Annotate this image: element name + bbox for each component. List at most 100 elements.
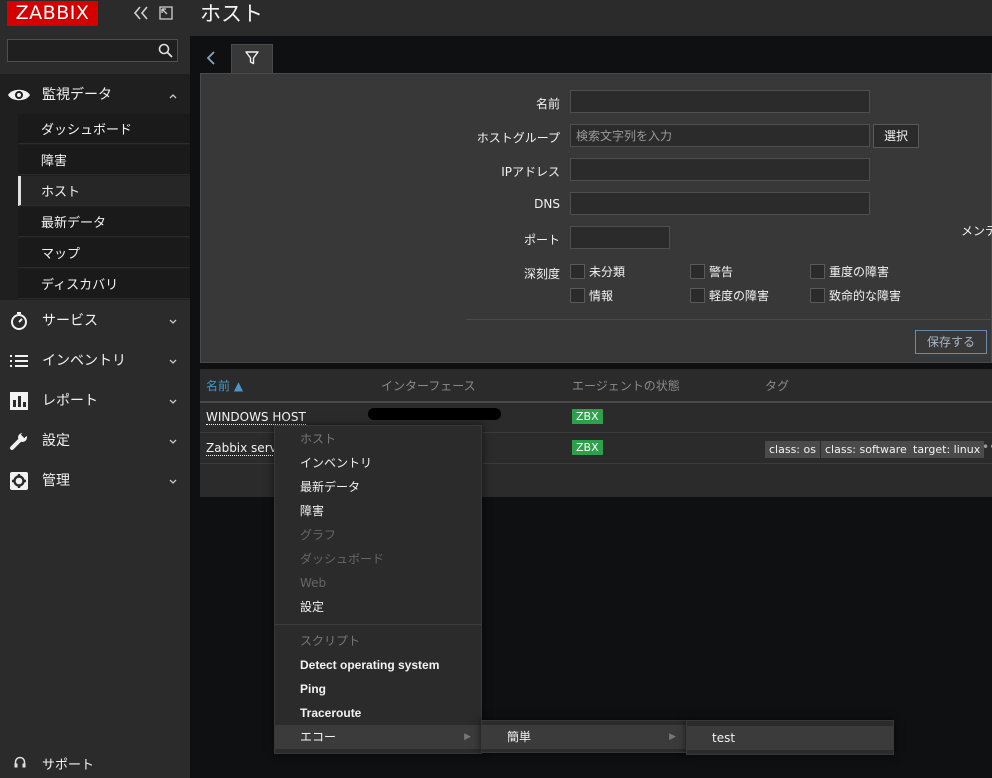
chevron-down-icon	[169, 394, 177, 408]
hostgroup-label: ホストグループ	[476, 131, 560, 145]
wrench-icon	[9, 431, 29, 451]
port-label: ポート	[523, 233, 560, 247]
redacted-interface	[368, 408, 501, 420]
severity-high[interactable]: 重度の障害	[810, 263, 889, 280]
menu-label: 設定	[42, 433, 70, 449]
filter-divider	[466, 319, 992, 320]
menu-item-problems[interactable]: 障害	[275, 499, 481, 523]
zabbix-logo[interactable]: ZABBIX	[7, 1, 98, 26]
menu-item-web: Web	[300, 576, 327, 590]
menu-script-ping[interactable]: Ping	[275, 677, 481, 701]
list-icon	[9, 351, 29, 371]
menu-item-test[interactable]: test	[687, 726, 893, 750]
echo-submenu: 簡単 ▶	[481, 720, 687, 753]
filter-tabs	[200, 44, 992, 74]
chevron-down-icon	[169, 474, 177, 488]
menu-reports[interactable]: レポート	[0, 380, 190, 420]
menu-administration[interactable]: 管理	[0, 460, 190, 500]
submenu-latest-data[interactable]: 最新データ	[18, 207, 190, 237]
chevron-down-icon	[169, 314, 177, 328]
stopwatch-icon	[9, 311, 29, 331]
maintenance-label: メンテ	[961, 224, 992, 238]
menu-script-detect-os[interactable]: Detect operating system	[275, 653, 481, 677]
name-label: 名前	[535, 97, 560, 111]
save-filter-button[interactable]: 保存する	[915, 330, 988, 354]
menu-configuration[interactable]: 設定	[0, 420, 190, 460]
menu-script-echo[interactable]: エコー ▶	[275, 725, 481, 749]
menu-script-traceroute[interactable]: Traceroute	[275, 701, 481, 725]
filter-tab[interactable]	[231, 44, 273, 74]
menu-label: サービス	[42, 313, 98, 329]
menu-item-dashboards: ダッシュボード	[300, 552, 385, 566]
chevron-down-icon	[169, 434, 177, 448]
select-hostgroup-button[interactable]: 選択	[873, 124, 920, 148]
dns-label: DNS	[534, 197, 560, 211]
submenu-arrow-icon: ▶	[669, 732, 676, 742]
gear-icon	[9, 471, 29, 491]
agent-status-badge: ZBX	[572, 409, 603, 424]
dns-input[interactable]	[570, 192, 870, 215]
support-link[interactable]: サポート	[0, 748, 190, 778]
menu-item-graphs: グラフ	[300, 528, 337, 542]
column-name[interactable]: 名前 ▲	[206, 377, 243, 394]
simple-submenu: test	[686, 720, 894, 755]
menu-item-simple-label: 簡単	[507, 730, 532, 744]
submenu-hosts[interactable]: ホスト	[18, 176, 190, 206]
host-link[interactable]: WINDOWS HOST	[206, 410, 306, 425]
page-header: ホスト	[190, 0, 992, 36]
menu-item-simple[interactable]: 簡単 ▶	[482, 725, 686, 749]
agent-status-badge: ZBX	[572, 440, 603, 455]
headset-icon	[14, 756, 26, 773]
severity-not-classified[interactable]: 未分類	[570, 263, 625, 280]
collapse-sidebar-icon[interactable]	[132, 4, 150, 22]
tag-badge: target: linux	[909, 441, 985, 458]
chevron-up-icon	[169, 88, 177, 102]
severity-average[interactable]: 軽度の障害	[690, 287, 769, 304]
severity-warning[interactable]: 警告	[690, 263, 733, 280]
column-agent-status: エージェントの状態	[572, 379, 680, 393]
submenu-dashboard[interactable]: ダッシュボード	[18, 114, 190, 144]
more-tags-icon[interactable]: ••	[982, 440, 992, 454]
submenu-arrow-icon: ▶	[464, 732, 471, 742]
severity-disaster[interactable]: 致命的な障害	[810, 287, 901, 304]
menu-inventory[interactable]: インベントリ	[0, 340, 190, 380]
sidebar: ZABBIX 監視データ ダッシュボード 障害 ホスト 最新データ マップ ディ…	[0, 0, 190, 778]
chevron-down-icon	[169, 354, 177, 368]
menu-header-scripts: スクリプト	[300, 634, 361, 648]
menu-script-echo-label: エコー	[300, 730, 337, 744]
severity-label: 深刻度	[523, 267, 560, 281]
hostgroup-input[interactable]	[570, 124, 870, 147]
ip-input[interactable]	[570, 158, 870, 181]
name-input[interactable]	[570, 90, 870, 113]
submenu-maps[interactable]: マップ	[18, 238, 190, 268]
tag-badge: class: os	[765, 441, 820, 458]
search-icon[interactable]	[158, 43, 173, 61]
menu-separator	[275, 624, 481, 625]
menu-item-inventory[interactable]: インベントリ	[275, 451, 481, 475]
menu-item-latest-data[interactable]: 最新データ	[275, 475, 481, 499]
kiosk-mode-icon[interactable]	[157, 4, 175, 22]
menu-item-configuration[interactable]: 設定	[275, 595, 481, 619]
column-tags: タグ	[765, 379, 790, 393]
menu-label: 管理	[42, 473, 70, 489]
menu-label: インベントリ	[42, 353, 126, 369]
page-title: ホスト	[200, 2, 263, 26]
menu-services[interactable]: サービス	[0, 300, 190, 340]
ip-label: IPアドレス	[501, 165, 560, 179]
support-label: サポート	[42, 757, 95, 773]
host-context-menu: ホスト インベントリ 最新データ 障害 グラフ ダッシュボード Web 設定 ス…	[274, 425, 482, 754]
menu-monitoring[interactable]: 監視データ	[0, 74, 190, 114]
filter-icon	[245, 51, 259, 68]
chevron-left-icon[interactable]	[204, 50, 218, 69]
sidebar-search-input[interactable]	[8, 40, 153, 61]
column-interface: インターフェース	[381, 379, 476, 393]
severity-information[interactable]: 情報	[570, 287, 613, 304]
sidebar-search	[7, 39, 178, 62]
filter-panel: 名前 ホストグループ 選択 IPアドレス DNS ポート メンテ 深刻度 未分類…	[200, 73, 992, 363]
bar-chart-icon	[9, 391, 29, 411]
tag-badge: class: software	[821, 441, 911, 458]
submenu-discovery[interactable]: ディスカバリ	[18, 269, 190, 299]
submenu-problems[interactable]: 障害	[18, 145, 190, 175]
menu-label: 監視データ	[42, 87, 112, 103]
port-input[interactable]	[570, 226, 670, 249]
